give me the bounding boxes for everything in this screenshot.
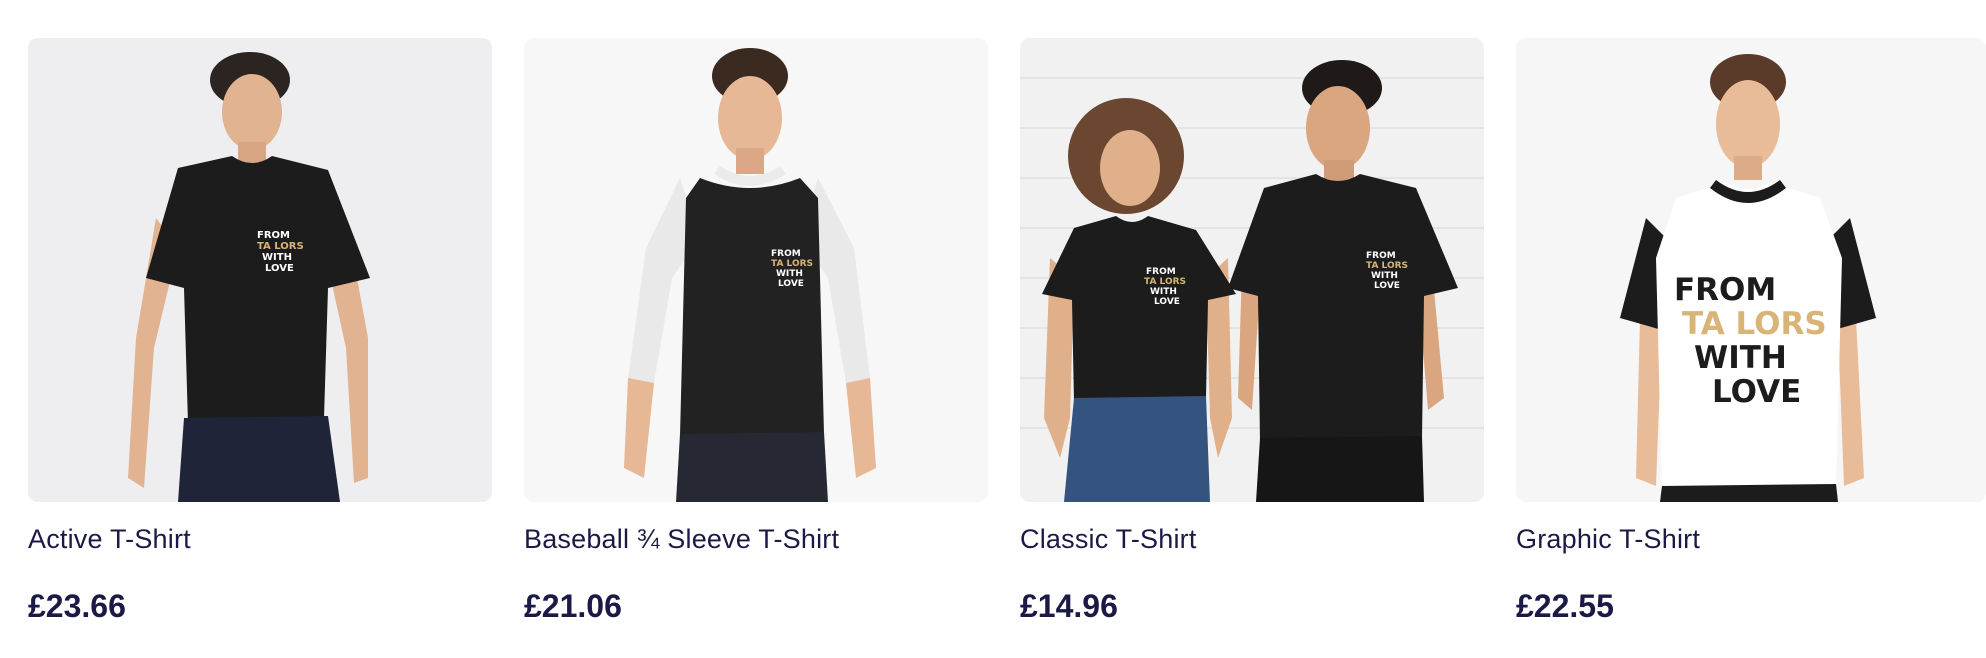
print-line-tailors: TA LORS	[1144, 277, 1186, 287]
product-price: £23.66	[28, 588, 126, 624]
product-price: £22.55	[1516, 588, 1614, 624]
print-line-from: FROM	[1366, 251, 1396, 261]
active-tshirt-model-image[interactable]: FROM TA LORS WITH LOVE	[28, 38, 492, 502]
print-line-love: LOVE	[1374, 281, 1400, 291]
product-title[interactable]: Classic T-Shirt	[1020, 524, 1197, 555]
print-line-with: WITH	[776, 269, 803, 279]
print-line-with: WITH	[1150, 287, 1177, 297]
graphic-tshirt-model-image[interactable]: FROM TA LORS WITH LOVE	[1516, 38, 1986, 502]
graphic-tshirt-illustration: FROM TA LORS WITH LOVE	[1516, 38, 1986, 502]
print-line-with: WITH	[1694, 340, 1787, 376]
classic-tshirt-illustration: FROM TA LORS WITH LOVE FROM TA LORS WITH…	[1020, 38, 1484, 502]
print-line-from: FROM	[771, 249, 801, 259]
product-title[interactable]: Active T-Shirt	[28, 524, 191, 555]
product-title[interactable]: Graphic T-Shirt	[1516, 524, 1700, 555]
print-line-from: FROM	[1674, 272, 1776, 308]
product-card-active-tshirt[interactable]: FROM TA LORS WITH LOVE Active T-Shirt £2…	[28, 38, 492, 638]
print-line-tailors: TA LORS	[1682, 306, 1827, 342]
baseball-sleeve-tshirt-model-image[interactable]: FROM TA LORS WITH LOVE	[524, 38, 988, 502]
product-grid: FROM TA LORS WITH LOVE Active T-Shirt £2…	[28, 38, 1986, 658]
print-line-love: LOVE	[1712, 374, 1801, 410]
product-card-classic-tshirt[interactable]: FROM TA LORS WITH LOVE FROM TA LORS WITH…	[1020, 38, 1484, 638]
print-line-tailors: TA LORS	[771, 259, 813, 269]
product-card-baseball-sleeve-tshirt[interactable]: FROM TA LORS WITH LOVE Baseball ¾ Sleeve…	[524, 38, 988, 638]
print-line-with: WITH	[262, 252, 292, 263]
print-line-love: LOVE	[1154, 297, 1180, 307]
print-line-from: FROM	[257, 230, 290, 241]
product-title[interactable]: Baseball ¾ Sleeve T-Shirt	[524, 524, 839, 555]
active-tshirt-illustration: FROM TA LORS WITH LOVE	[28, 38, 492, 502]
baseball-tshirt-illustration: FROM TA LORS WITH LOVE	[524, 38, 988, 502]
print-line-with: WITH	[1371, 271, 1398, 281]
print-line-tailors: TA LORS	[1366, 261, 1408, 271]
product-card-graphic-tshirt[interactable]: FROM TA LORS WITH LOVE Graphic T-Shirt £…	[1516, 38, 1986, 638]
print-line-from: FROM	[1146, 267, 1176, 277]
classic-tshirt-models-image[interactable]: FROM TA LORS WITH LOVE FROM TA LORS WITH…	[1020, 38, 1484, 502]
product-price: £21.06	[524, 588, 622, 624]
print-line-love: LOVE	[778, 279, 804, 289]
print-line-love: LOVE	[265, 263, 294, 274]
print-line-tailors: TA LORS	[257, 241, 304, 252]
product-price: £14.96	[1020, 588, 1118, 624]
